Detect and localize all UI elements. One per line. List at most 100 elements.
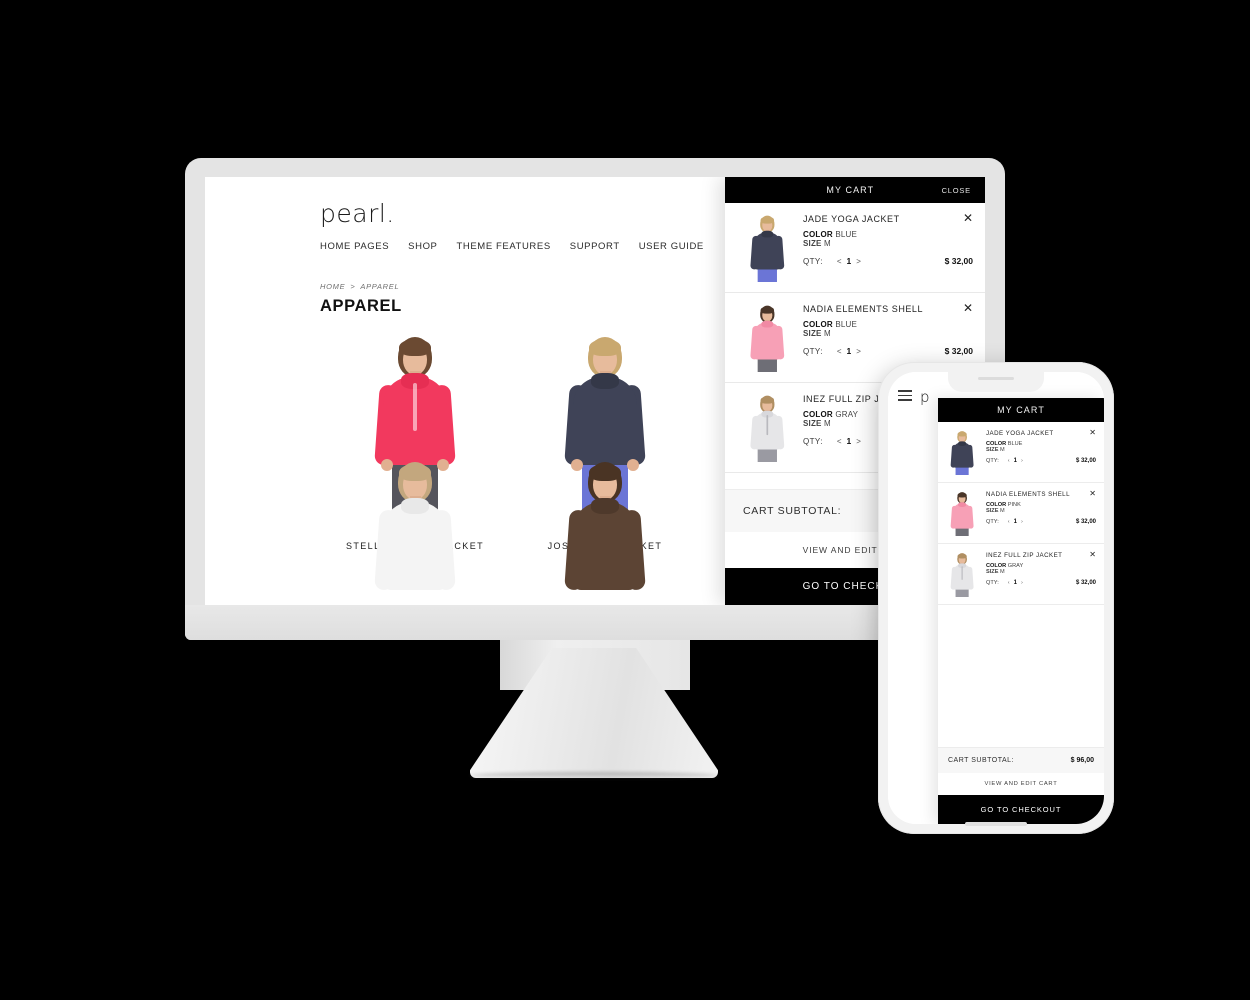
desktop-screen: pearl. HOME PAGES SHOP THEME FEATURES SU… xyxy=(205,177,985,605)
scene: pearl. HOME PAGES SHOP THEME FEATURES SU… xyxy=(0,0,1250,1000)
mini-cart-mobile: MY CART JADE YOGA JACKET ✕ COLOR BLUE SI… xyxy=(938,398,1104,824)
size-label: SIZE xyxy=(803,239,822,248)
qty-increase-button[interactable]: › xyxy=(1017,458,1027,464)
model-illustration xyxy=(559,458,651,605)
qty-label: QTY: xyxy=(803,256,823,266)
color-value: BLUE xyxy=(1007,441,1023,447)
cart-item-color: COLOR BLUE xyxy=(803,230,973,239)
phone-screen: p MY CART JADE YOGA JACKET ✕ COLOR BLUE … xyxy=(888,372,1104,824)
cart-item-row[interactable]: JADE YOGA JACKET ✕ COLOR BLUE SIZE M QTY… xyxy=(725,203,985,293)
product-card-row2-2[interactable] xyxy=(510,462,700,605)
size-label: SIZE xyxy=(986,569,999,575)
cart-item-price: $ 32,00 xyxy=(944,256,973,266)
cart-item-qty-row: QTY: ‹ 1 › $ 32,00 xyxy=(986,458,1096,464)
cart-item-thumbnail[interactable] xyxy=(743,394,791,462)
view-and-edit-cart-button[interactable]: VIEW AND EDIT CART xyxy=(938,773,1104,795)
cart-item-qty-row: QTY: < 1 > $ 32,00 xyxy=(803,256,973,266)
remove-item-icon[interactable]: ✕ xyxy=(1089,428,1096,437)
model-illustration xyxy=(369,458,461,605)
breadcrumb-separator-icon: > xyxy=(350,282,356,291)
mini-cart-title: MY CART xyxy=(826,185,875,195)
size-label: SIZE xyxy=(803,329,822,338)
cart-item-row[interactable]: INEZ FULL ZIP JACKET ✕ COLOR GRAY SIZE M xyxy=(938,544,1104,605)
size-label: SIZE xyxy=(986,508,999,514)
qty-decrease-button[interactable]: < xyxy=(832,257,847,266)
qty-decrease-button[interactable]: < xyxy=(832,347,847,356)
mini-cart-close-button[interactable]: CLOSE xyxy=(942,186,985,195)
size-value: M xyxy=(824,419,831,428)
qty-label: QTY: xyxy=(803,346,823,356)
cart-item-name[interactable]: NADIA ELEMENTS SHELL xyxy=(986,491,1089,498)
cart-item-size: SIZE M xyxy=(803,239,973,248)
breadcrumb-home[interactable]: HOME xyxy=(320,282,345,291)
cart-item-size: SIZE M xyxy=(803,329,973,338)
qty-increase-button[interactable]: › xyxy=(1017,519,1027,525)
cart-item-name[interactable]: NADIA ELEMENTS SHELL xyxy=(803,304,957,314)
cart-item-thumbnail[interactable] xyxy=(743,214,791,282)
size-value: M xyxy=(1000,447,1005,453)
cart-item-name[interactable]: JADE YOGA JACKET xyxy=(986,430,1089,437)
mobile-cart-subtotal-row: CART SUBTOTAL: $ 96,00 xyxy=(938,747,1104,773)
qty-decrease-button[interactable]: ‹ xyxy=(1004,458,1014,464)
cart-item-price: $ 32,00 xyxy=(1075,519,1096,525)
cart-item-qty-row: QTY: < 1 > $ 32,00 xyxy=(803,346,973,356)
cart-item-details: JADE YOGA JACKET ✕ COLOR BLUE SIZE M QTY… xyxy=(986,428,1096,475)
phone-home-indicator xyxy=(965,822,1027,826)
qty-increase-button[interactable]: > xyxy=(851,347,866,356)
qty-decrease-button[interactable]: < xyxy=(832,437,847,446)
remove-item-icon[interactable]: ✕ xyxy=(1089,550,1096,559)
cart-item-row[interactable]: JADE YOGA JACKET ✕ COLOR BLUE SIZE M QTY… xyxy=(938,422,1104,483)
cart-subtotal-label: CART SUBTOTAL: xyxy=(743,505,842,517)
size-label: SIZE xyxy=(803,419,822,428)
cart-subtotal-label: CART SUBTOTAL: xyxy=(948,757,1014,764)
size-value: M xyxy=(824,329,831,338)
color-value: GRAY xyxy=(1007,563,1024,569)
cart-item-price: $ 32,00 xyxy=(944,346,973,356)
nav-item-home-pages[interactable]: HOME PAGES xyxy=(320,241,389,252)
remove-item-icon[interactable]: ✕ xyxy=(963,302,973,314)
mobile-site-logo[interactable]: p xyxy=(920,388,930,406)
nav-item-user-guide[interactable]: USER GUIDE xyxy=(639,241,704,252)
qty-increase-button[interactable]: > xyxy=(851,437,866,446)
cart-item-thumbnail[interactable] xyxy=(946,552,978,597)
cart-item-name[interactable]: JADE YOGA JACKET xyxy=(803,214,957,224)
product-image-row2-2 xyxy=(510,462,700,605)
qty-decrease-button[interactable]: ‹ xyxy=(1004,580,1014,586)
cart-item-name[interactable]: INEZ FULL ZIP JACKET xyxy=(986,552,1089,559)
qty-decrease-button[interactable]: ‹ xyxy=(1004,519,1014,525)
color-value: BLUE xyxy=(835,230,858,239)
phone-notch xyxy=(948,372,1044,392)
cart-item-thumbnail[interactable] xyxy=(946,491,978,536)
size-value: M xyxy=(824,239,831,248)
cart-item-details: JADE YOGA JACKET ✕ COLOR BLUE SIZE M QTY… xyxy=(803,212,973,282)
qty-increase-button[interactable]: › xyxy=(1017,580,1027,586)
size-value: M xyxy=(1000,569,1005,575)
qty-label: QTY: xyxy=(986,580,999,586)
cart-item-size: SIZE M xyxy=(986,447,1096,453)
monitor-stand-shadow xyxy=(470,772,718,779)
color-label: COLOR xyxy=(803,410,833,419)
cart-item-qty-row: QTY: ‹ 1 › $ 32,00 xyxy=(986,519,1096,525)
color-value: BLUE xyxy=(835,320,858,329)
qty-label: QTY: xyxy=(986,519,999,525)
color-label: COLOR xyxy=(803,230,833,239)
cart-item-price: $ 32,00 xyxy=(1075,458,1096,464)
hamburger-icon[interactable] xyxy=(898,390,912,404)
remove-item-icon[interactable]: ✕ xyxy=(963,212,973,224)
product-card-row2-1[interactable] xyxy=(320,462,510,605)
cart-item-size: SIZE M xyxy=(986,508,1096,514)
qty-increase-button[interactable]: > xyxy=(851,257,866,266)
cart-item-row[interactable]: NADIA ELEMENTS SHELL ✕ COLOR PINK SIZE M xyxy=(938,483,1104,544)
cart-item-thumbnail[interactable] xyxy=(946,430,978,475)
go-to-checkout-button[interactable]: GO TO CHECKOUT xyxy=(938,795,1104,824)
size-value: M xyxy=(1000,508,1005,514)
cart-item-thumbnail[interactable] xyxy=(743,304,791,372)
nav-item-support[interactable]: SUPPORT xyxy=(570,241,620,252)
size-label: SIZE xyxy=(986,447,999,453)
remove-item-icon[interactable]: ✕ xyxy=(1089,489,1096,498)
qty-label: QTY: xyxy=(986,458,999,464)
nav-item-theme-features[interactable]: THEME FEATURES xyxy=(457,241,551,252)
mobile-phone: p MY CART JADE YOGA JACKET ✕ COLOR BLUE … xyxy=(878,362,1114,834)
color-label: COLOR xyxy=(803,320,833,329)
nav-item-shop[interactable]: SHOP xyxy=(408,241,437,252)
